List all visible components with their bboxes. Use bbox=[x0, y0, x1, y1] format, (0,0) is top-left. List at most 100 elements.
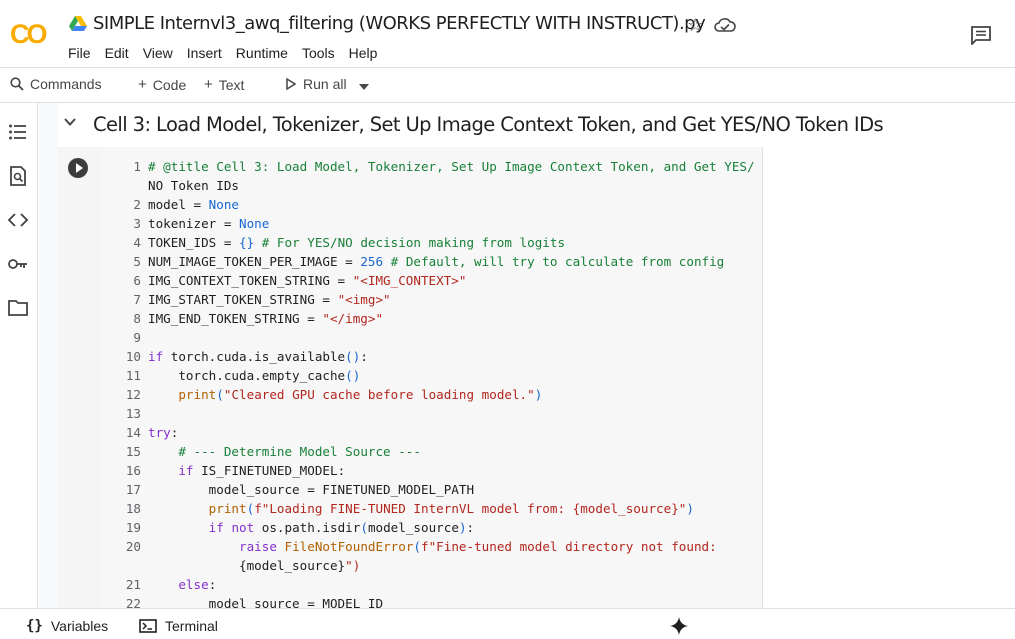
code-line[interactable]: 19 if not os.path.isdir(model_source): bbox=[101, 518, 763, 537]
code-line[interactable]: 16 if IS_FINETUNED_MODEL: bbox=[101, 461, 763, 480]
menu-tools[interactable]: Tools bbox=[295, 44, 342, 62]
add-code-label: Code bbox=[152, 76, 187, 93]
code-text[interactable]: NUM_IMAGE_TOKEN_PER_IMAGE = 256 # Defaul… bbox=[148, 252, 724, 271]
code-icon[interactable] bbox=[7, 209, 29, 231]
code-line[interactable]: 13 bbox=[101, 404, 763, 423]
code-text[interactable]: tokenizer = None bbox=[148, 214, 269, 233]
code-text[interactable]: IMG_END_TOKEN_STRING = "</img>" bbox=[148, 309, 383, 328]
code-text[interactable]: if torch.cuda.is_available(): bbox=[148, 347, 368, 366]
code-text[interactable]: IMG_START_TOKEN_STRING = "<img>" bbox=[148, 290, 391, 309]
code-text[interactable]: torch.cuda.empty_cache() bbox=[148, 366, 360, 385]
notebook-main: Cell 3: Load Model, Tokenizer, Set Up Im… bbox=[38, 103, 1015, 608]
code-text[interactable]: if not os.path.isdir(model_source): bbox=[148, 518, 474, 537]
code-line[interactable]: 17 model_source = FINETUNED_MODEL_PATH bbox=[101, 480, 763, 499]
add-code-button[interactable]: + Code bbox=[138, 76, 186, 93]
colab-logo[interactable]: CO bbox=[10, 18, 54, 48]
search-icon bbox=[10, 77, 24, 91]
code-text[interactable]: try: bbox=[148, 423, 178, 442]
code-line[interactable]: 14 try: bbox=[101, 423, 763, 442]
section-title: Cell 3: Load Model, Tokenizer, Set Up Im… bbox=[93, 113, 884, 136]
drive-icon[interactable] bbox=[69, 16, 87, 32]
cloud-icon[interactable] bbox=[714, 17, 736, 33]
code-text[interactable]: # @title Cell 3: Load Model, Tokenizer, … bbox=[148, 157, 755, 176]
code-text[interactable]: model_source = FINETUNED_MODEL_PATH bbox=[148, 480, 474, 499]
code-line[interactable]: NO Token IDs bbox=[101, 176, 763, 195]
notebook-title[interactable]: SIMPLE Internvl3_awq_filtering (WORKS PE… bbox=[93, 13, 706, 34]
braces-icon: {} bbox=[26, 618, 43, 634]
line-number: 14 bbox=[125, 425, 141, 440]
plus-icon: + bbox=[138, 76, 147, 93]
line-number: 1 bbox=[133, 159, 141, 174]
menu-runtime[interactable]: Runtime bbox=[229, 44, 295, 62]
menu-view[interactable]: View bbox=[136, 44, 180, 62]
code-line[interactable]: 1 # @title Cell 3: Load Model, Tokenizer,… bbox=[101, 157, 763, 176]
menu-edit[interactable]: Edit bbox=[98, 44, 136, 62]
code-text[interactable]: TOKEN_IDS = {} # For YES/NO decision mak… bbox=[148, 233, 565, 252]
add-text-button[interactable]: + Text bbox=[204, 76, 244, 93]
code-line[interactable]: 8 IMG_END_TOKEN_STRING = "</img>" bbox=[101, 309, 763, 328]
menu-help[interactable]: Help bbox=[342, 44, 385, 62]
code-line[interactable]: 6 IMG_CONTEXT_TOKEN_STRING = "<IMG_CONTEX… bbox=[101, 271, 763, 290]
key-icon[interactable] bbox=[7, 253, 29, 275]
run-cell-button[interactable] bbox=[68, 158, 88, 178]
code-text[interactable]: NO Token IDs bbox=[148, 176, 239, 195]
code-text[interactable]: raise FileNotFoundError(f"Fine-tuned mod… bbox=[148, 537, 717, 556]
line-number: 18 bbox=[125, 501, 141, 516]
terminal-icon bbox=[139, 619, 157, 633]
menu-file[interactable]: File bbox=[61, 44, 98, 62]
plus-icon: + bbox=[204, 76, 213, 93]
line-number: 9 bbox=[133, 330, 141, 345]
line-number: 17 bbox=[125, 482, 141, 497]
left-rail bbox=[0, 103, 38, 608]
terminal-button[interactable]: Terminal bbox=[139, 618, 218, 634]
commands-button[interactable]: Commands bbox=[10, 76, 102, 92]
variables-button[interactable]: {} Variables bbox=[26, 618, 108, 634]
code-text[interactable]: IMG_CONTEXT_TOKEN_STRING = "<IMG_CONTEXT… bbox=[148, 271, 466, 290]
code-line[interactable]: 15 # --- Determine Model Source --- bbox=[101, 442, 763, 461]
code-cell[interactable]: 1 # @title Cell 3: Load Model, Tokenizer,… bbox=[58, 147, 1015, 608]
code-text[interactable]: if IS_FINETUNED_MODEL: bbox=[148, 461, 345, 480]
section-header[interactable]: Cell 3: Load Model, Tokenizer, Set Up Im… bbox=[58, 103, 1015, 145]
line-number: 22 bbox=[125, 596, 141, 608]
code-text[interactable]: model = None bbox=[148, 195, 239, 214]
line-number: 10 bbox=[125, 349, 141, 364]
code-line[interactable]: 9 bbox=[101, 328, 763, 347]
code-line[interactable]: 12 print("Cleared GPU cache before loadi… bbox=[101, 385, 763, 404]
line-number: 6 bbox=[133, 273, 141, 288]
sparkle-icon[interactable] bbox=[670, 617, 688, 635]
line-number: 11 bbox=[125, 368, 141, 383]
toolbar: Commands + Code + Text Run all bbox=[0, 68, 1015, 103]
code-line[interactable]: {model_source}") bbox=[101, 556, 763, 575]
code-line[interactable]: 11 torch.cuda.empty_cache() bbox=[101, 366, 763, 385]
code-line[interactable]: 3 tokenizer = None bbox=[101, 214, 763, 233]
code-line[interactable]: 10 if torch.cuda.is_available(): bbox=[101, 347, 763, 366]
code-line[interactable]: 2 model = None bbox=[101, 195, 763, 214]
star-icon[interactable]: ☆ bbox=[687, 15, 703, 36]
code-text[interactable]: else: bbox=[148, 575, 216, 594]
code-text[interactable]: {model_source}") bbox=[148, 556, 360, 575]
run-all-button[interactable]: Run all bbox=[285, 76, 347, 92]
line-number: 20 bbox=[125, 539, 141, 554]
code-line[interactable]: 5 NUM_IMAGE_TOKEN_PER_IMAGE = 256 # Defau… bbox=[101, 252, 763, 271]
code-editor[interactable]: 1 # @title Cell 3: Load Model, Tokenizer,… bbox=[101, 147, 763, 608]
add-text-label: Text bbox=[218, 76, 245, 93]
code-line[interactable]: 22 model_source = MODEL_ID bbox=[101, 594, 763, 608]
code-text[interactable]: print(f"Loading FINE-TUNED InternVL mode… bbox=[148, 499, 694, 518]
toc-icon[interactable] bbox=[7, 121, 29, 143]
comment-icon[interactable] bbox=[970, 25, 992, 45]
code-line[interactable]: 20 raise FileNotFoundError(f"Fine-tuned … bbox=[101, 537, 763, 556]
code-line[interactable]: 7 IMG_START_TOKEN_STRING = "<img>" bbox=[101, 290, 763, 309]
dropdown-icon[interactable] bbox=[358, 83, 370, 91]
code-text[interactable]: model_source = MODEL_ID bbox=[148, 594, 383, 608]
code-line[interactable]: 21 else: bbox=[101, 575, 763, 594]
code-line[interactable]: 18 print(f"Loading FINE-TUNED InternVL m… bbox=[101, 499, 763, 518]
line-number: 21 bbox=[125, 577, 141, 592]
find-icon[interactable] bbox=[7, 165, 29, 187]
code-line[interactable]: 4 TOKEN_IDS = {} # For YES/NO decision ma… bbox=[101, 233, 763, 252]
code-text[interactable]: # --- Determine Model Source --- bbox=[148, 442, 421, 461]
folder-icon[interactable] bbox=[7, 297, 29, 319]
chevron-down-icon[interactable] bbox=[63, 115, 77, 129]
terminal-label: Terminal bbox=[165, 618, 218, 634]
menu-insert[interactable]: Insert bbox=[180, 44, 229, 62]
code-text[interactable]: print("Cleared GPU cache before loading … bbox=[148, 385, 542, 404]
